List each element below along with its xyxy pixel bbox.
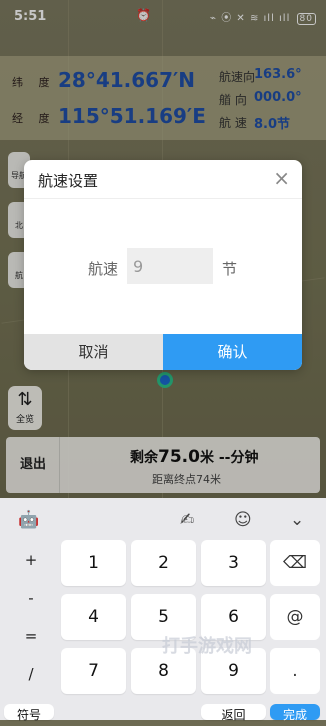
speed-input[interactable] [127,248,213,284]
confirm-button[interactable]: 确认 [163,334,302,370]
period-key[interactable]: . [270,648,320,694]
minus-key[interactable]: - [6,578,56,618]
handwriting-icon[interactable]: ✍ [180,510,194,530]
digit-key-2[interactable]: 2 [131,540,196,586]
numeric-keyboard: 🤖 ✍ ☺ ⌄ + - = / 1 2 3 4 5 6 7 8 9 ⌫ @ . … [0,498,326,722]
speed-field-label: 航速 [88,260,119,278]
at-key[interactable]: @ [270,594,320,640]
watermark-logo: 打手游戏网 [162,636,252,657]
done-key[interactable]: 完成 [270,704,320,722]
digit-key-7[interactable]: 7 [61,648,126,694]
emoji-icon[interactable]: ☺ [234,510,252,530]
symbol-key[interactable]: 符号 [4,704,54,722]
plus-key[interactable]: + [6,540,56,580]
equals-key[interactable]: = [6,616,56,656]
digit-key-4[interactable]: 4 [61,594,126,640]
divider [24,198,302,199]
dialog-title: 航速设置 [38,172,99,190]
backspace-key[interactable]: ⌫ [270,540,320,586]
speed-settings-dialog: 航速设置 × 航速 节 取消 确认 [24,160,302,370]
collapse-keyboard-icon[interactable]: ⌄ [290,510,304,530]
digit-key-3[interactable]: 3 [201,540,266,586]
cancel-button[interactable]: 取消 [24,334,163,370]
close-icon[interactable]: × [273,166,290,190]
slash-key[interactable]: / [6,654,56,694]
knot-unit-label: 节 [222,260,238,278]
return-key[interactable]: 返回 [201,704,266,722]
digit-key-1[interactable]: 1 [61,540,126,586]
keyboard-settings-icon[interactable]: 🤖 [18,510,39,530]
